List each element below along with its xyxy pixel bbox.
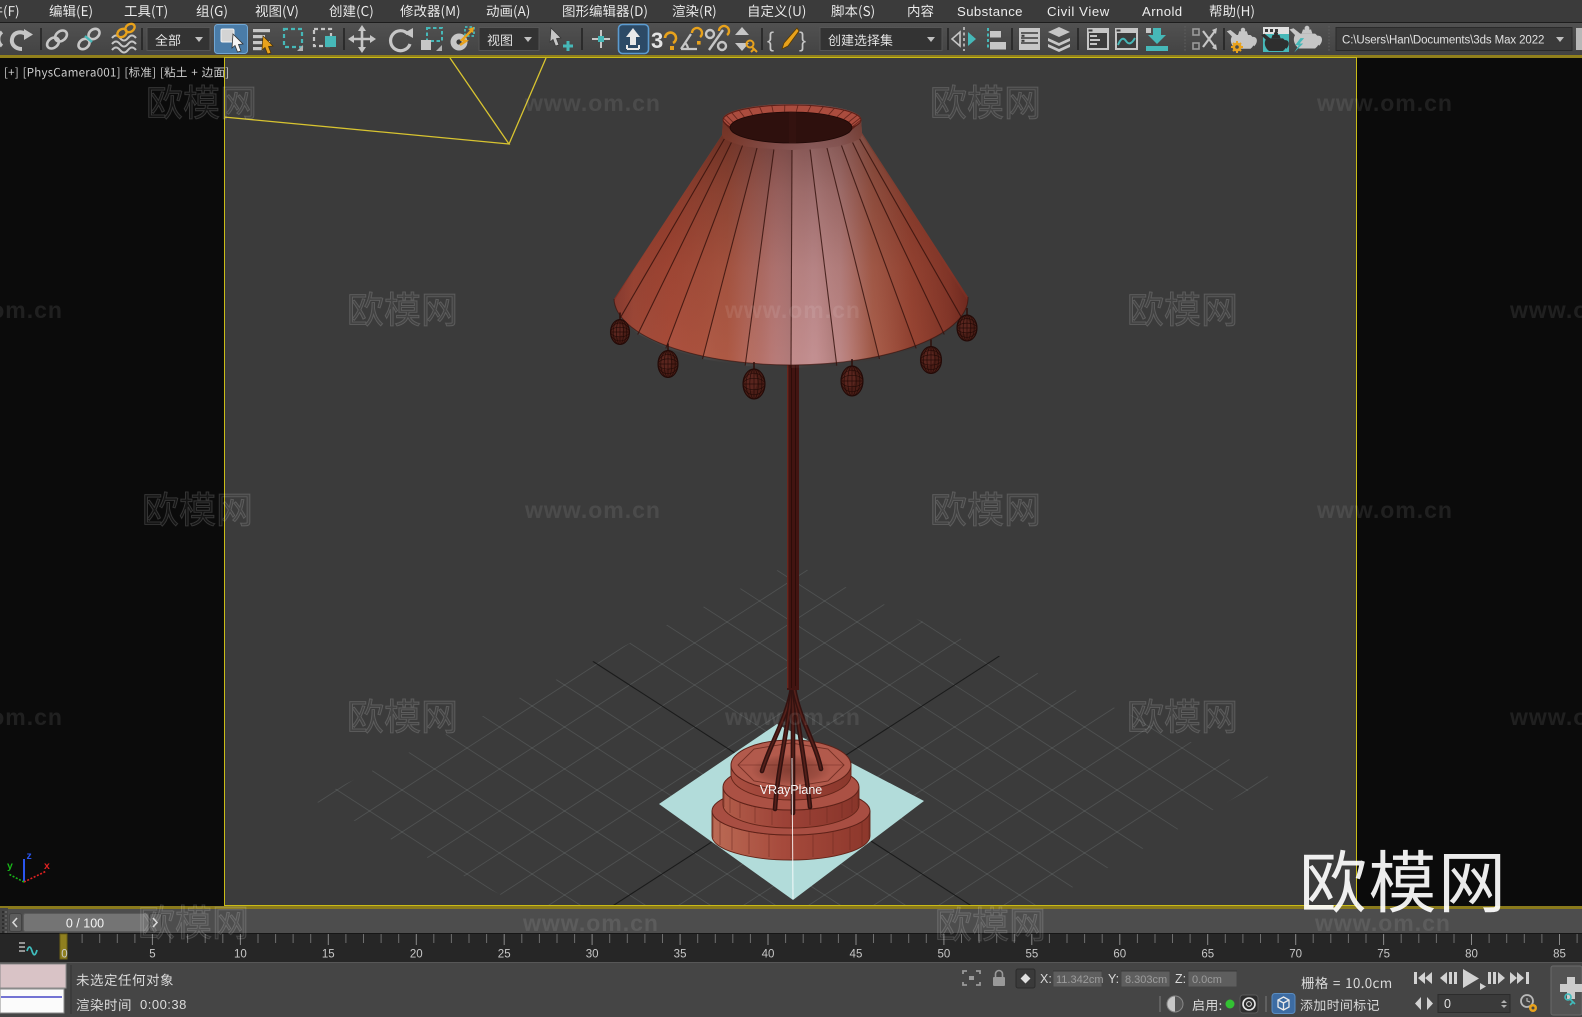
svg-text:x: x (44, 860, 50, 872)
svg-text:80: 80 (1465, 949, 1478, 961)
svg-text:10: 10 (234, 949, 247, 961)
svg-text:www.om.cn: www.om.cn (524, 90, 661, 116)
svg-text:www.om.cn: www.om.cn (1316, 90, 1453, 116)
svg-text:www.om.cn: www.om.cn (724, 297, 861, 323)
svg-text:75: 75 (1377, 949, 1390, 961)
svg-text:55: 55 (1025, 949, 1038, 961)
svg-text:3: 3 (651, 28, 663, 53)
svg-text:www.om.cn: www.om.cn (522, 910, 659, 936)
svg-text:25: 25 (498, 949, 511, 961)
svg-text:50: 50 (938, 949, 951, 961)
svg-text:0: 0 (61, 949, 67, 961)
svg-text:0 / 100: 0 / 100 (66, 917, 104, 931)
svg-text:}: } (799, 29, 806, 52)
svg-text:www.om.cn: www.om.cn (1509, 297, 1582, 323)
svg-text:www.om.cn: www.om.cn (524, 497, 661, 523)
svg-text:Substance: Substance (957, 4, 1023, 19)
svg-text:8.303cm: 8.303cm (1125, 974, 1167, 986)
svg-text:70: 70 (1289, 949, 1302, 961)
svg-text:y: y (7, 860, 13, 872)
svg-text:C:\Users\Han\Documents\3ds Max: C:\Users\Han\Documents\3ds Max 2022 (1342, 35, 1544, 47)
svg-text:45: 45 (850, 949, 863, 961)
svg-text:60: 60 (1113, 949, 1126, 961)
svg-text:{: { (767, 29, 774, 52)
svg-text:Arnold: Arnold (1142, 4, 1183, 19)
svg-text:40: 40 (762, 949, 775, 961)
svg-text:35: 35 (674, 949, 687, 961)
svg-text:5: 5 (149, 949, 155, 961)
svg-text:20: 20 (410, 949, 423, 961)
svg-text:11.342cm: 11.342cm (1056, 974, 1104, 986)
svg-text:0:00:38: 0:00:38 (140, 997, 187, 1012)
svg-text:X:: X: (1040, 972, 1052, 986)
svg-text:VRayPlane: VRayPlane (760, 783, 823, 797)
svg-text:www.om.cn: www.om.cn (0, 297, 63, 323)
svg-text:65: 65 (1201, 949, 1214, 961)
svg-text:www.om.cn: www.om.cn (724, 704, 861, 730)
svg-text:15: 15 (322, 949, 335, 961)
svg-text:www.om.cn: www.om.cn (1509, 704, 1582, 730)
svg-text:z: z (27, 850, 32, 862)
svg-text:85: 85 (1553, 949, 1566, 961)
svg-text:Y:: Y: (1108, 972, 1119, 986)
svg-text:0: 0 (1444, 997, 1451, 1011)
svg-text:30: 30 (586, 949, 599, 961)
svg-text:www.om.cn: www.om.cn (0, 704, 63, 730)
svg-text:Z:: Z: (1175, 972, 1186, 986)
svg-text:Civil View: Civil View (1047, 4, 1110, 19)
svg-text:www.om.cn: www.om.cn (1316, 497, 1453, 523)
svg-text:www.om.cn: www.om.cn (1314, 910, 1451, 936)
svg-text:0.0cm: 0.0cm (1192, 974, 1222, 986)
